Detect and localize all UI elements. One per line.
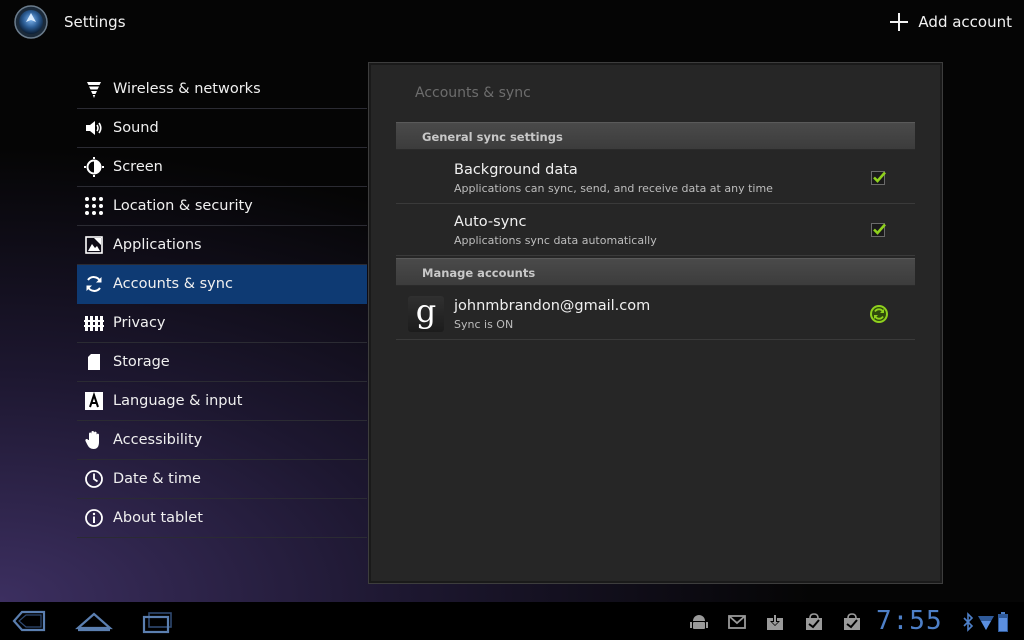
header-label: Storage	[113, 354, 170, 370]
download-icon[interactable]	[766, 613, 784, 631]
header-privacy[interactable]: Privacy	[77, 304, 367, 343]
status-clock[interactable]: 7:55	[876, 606, 943, 636]
language-icon	[83, 390, 105, 412]
recent-apps-button[interactable]	[136, 608, 180, 636]
category-label: Manage accounts	[422, 266, 536, 280]
sync-on-icon	[870, 305, 888, 323]
google-account-icon: g	[408, 295, 444, 332]
home-button[interactable]	[72, 608, 116, 636]
bluetooth-icon	[963, 612, 974, 632]
pref-title: Auto-sync	[454, 214, 527, 230]
clock-icon	[83, 468, 105, 490]
header-wireless-networks[interactable]: Wireless & networks	[77, 70, 367, 109]
hand-icon	[83, 429, 105, 451]
header-date-time[interactable]: Date & time	[77, 460, 367, 499]
google-account-item[interactable]: g johnmbrandon@gmail.com Sync is ON	[396, 288, 915, 340]
header-sound[interactable]: Sound	[77, 109, 367, 148]
header-accounts-sync[interactable]: Accounts & sync	[77, 265, 367, 304]
auto-sync-checkbox[interactable]	[871, 223, 886, 237]
auto-sync-preference[interactable]: Auto-sync Applications sync data automat…	[396, 204, 915, 256]
market-installed-icon[interactable]	[843, 613, 861, 631]
app-title: Settings	[64, 13, 126, 31]
sd-card-icon	[83, 351, 105, 373]
accounts-sync-panel: Accounts & sync General sync settings Ba…	[368, 62, 943, 584]
privacy-icon	[83, 312, 105, 334]
wifi-icon	[83, 78, 105, 100]
header-label: Sound	[113, 120, 159, 136]
header-language-input[interactable]: Language & input	[77, 382, 367, 421]
header-storage[interactable]: Storage	[77, 343, 367, 382]
header-label: Accounts & sync	[113, 276, 233, 292]
background-data-checkbox[interactable]	[871, 171, 886, 185]
header-label: Applications	[113, 237, 202, 253]
pref-summary: Applications can sync, send, and receive…	[454, 182, 773, 195]
checkmark-icon	[873, 171, 886, 183]
info-icon	[83, 507, 105, 529]
header-applications[interactable]: Applications	[77, 226, 367, 265]
system-bar: 7:55	[0, 602, 1024, 640]
header-label: Language & input	[113, 393, 243, 409]
header-location-security[interactable]: Location & security	[77, 187, 367, 226]
header-label: Privacy	[113, 315, 166, 331]
android-debug-icon[interactable]	[690, 613, 708, 631]
account-sync-status: Sync is ON	[454, 318, 514, 331]
pref-title: Background data	[454, 162, 578, 178]
pref-summary: Applications sync data automatically	[454, 234, 657, 247]
account-email: johnmbrandon@gmail.com	[454, 298, 651, 314]
header-label: Date & time	[113, 471, 201, 487]
add-account-label: Add account	[918, 13, 1012, 31]
header-screen[interactable]: Screen	[77, 148, 367, 187]
header-label: Location & security	[113, 198, 253, 214]
back-button[interactable]	[8, 608, 52, 636]
panel-title: Accounts & sync	[415, 85, 531, 101]
grid-lock-icon	[83, 195, 105, 217]
brightness-icon	[83, 156, 105, 178]
header-accessibility[interactable]: Accessibility	[77, 421, 367, 460]
action-bar: Settings Add account	[0, 0, 1024, 44]
checkmark-icon	[873, 223, 886, 235]
header-label: Screen	[113, 159, 163, 175]
back-icon	[12, 610, 46, 632]
plus-icon	[890, 13, 909, 31]
home-icon	[75, 612, 113, 632]
add-account-button[interactable]: Add account	[889, 9, 1012, 35]
market-update-icon[interactable]	[805, 613, 823, 631]
battery-icon	[998, 612, 1008, 632]
speaker-icon	[83, 117, 105, 139]
settings-headers-list: Wireless & networks Sound Screen Locatio…	[77, 70, 367, 538]
gmail-icon[interactable]	[728, 613, 746, 631]
wifi-signal-icon	[978, 616, 994, 630]
general-sync-category: General sync settings	[396, 122, 915, 150]
header-label: Wireless & networks	[113, 81, 261, 97]
applications-icon	[83, 234, 105, 256]
header-label: Accessibility	[113, 432, 203, 448]
recent-apps-icon	[142, 612, 172, 634]
header-label: About tablet	[113, 510, 203, 526]
settings-app-icon[interactable]	[14, 5, 48, 39]
sync-icon	[83, 273, 105, 295]
manage-accounts-category: Manage accounts	[396, 258, 915, 286]
header-about-tablet[interactable]: About tablet	[77, 499, 367, 538]
category-label: General sync settings	[422, 130, 563, 144]
background-data-preference[interactable]: Background data Applications can sync, s…	[396, 152, 915, 204]
